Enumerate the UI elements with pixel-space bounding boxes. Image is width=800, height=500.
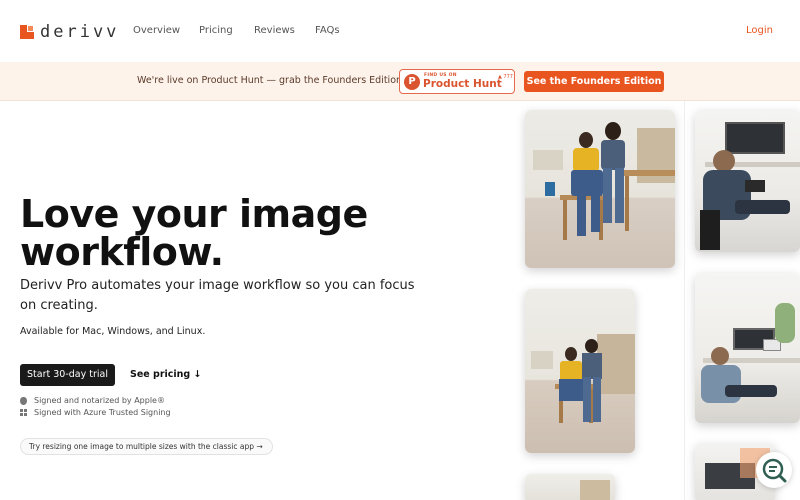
banner-text: We're live on Product Hunt — grab the Fo… bbox=[137, 75, 411, 86]
product-hunt-badge[interactable]: P FIND US ON Product Hunt ▲ 777 bbox=[399, 69, 515, 94]
photo-couple-workshop-2 bbox=[525, 289, 635, 453]
nav-link-faqs[interactable]: FAQs bbox=[315, 25, 340, 36]
founders-edition-button[interactable]: See the Founders Edition bbox=[524, 71, 664, 92]
hero-title: Love your image workflow. bbox=[20, 192, 368, 274]
logo[interactable]: derivv bbox=[20, 22, 119, 42]
photo-man-at-desk bbox=[695, 273, 800, 423]
logo-text: derivv bbox=[40, 22, 120, 42]
nav-link-reviews[interactable]: Reviews bbox=[254, 25, 295, 36]
see-pricing-link[interactable]: See pricing ↓ bbox=[130, 369, 202, 380]
apple-icon bbox=[20, 396, 27, 405]
try-resizing-link[interactable]: Try resizing one image to multiple sizes… bbox=[20, 438, 273, 455]
signed-apple: Signed and notarized by Apple® bbox=[20, 396, 165, 405]
ph-badge-title: Product Hunt bbox=[423, 78, 502, 90]
photo-partial-bottom-left bbox=[525, 474, 615, 500]
ph-upvote-count: ▲ 777 bbox=[498, 74, 513, 80]
photo-man-with-tablet bbox=[695, 110, 800, 252]
nav-link-overview[interactable]: Overview bbox=[133, 25, 180, 36]
platforms-text: Available for Mac, Windows, and Linux. bbox=[20, 326, 206, 337]
windows-icon bbox=[20, 409, 27, 416]
signed-apple-text: Signed and notarized by Apple® bbox=[34, 396, 165, 405]
nav-link-pricing[interactable]: Pricing bbox=[199, 25, 233, 36]
product-hunt-icon: P bbox=[404, 74, 420, 90]
search-chat-widget[interactable] bbox=[756, 452, 792, 488]
search-chat-icon bbox=[762, 458, 787, 483]
column-divider bbox=[684, 101, 685, 500]
photo-couple-workshop bbox=[525, 110, 675, 268]
start-trial-button[interactable]: Start 30-day trial bbox=[20, 364, 115, 386]
derivv-logo-icon bbox=[20, 25, 34, 39]
signed-azure-text: Signed with Azure Trusted Signing bbox=[34, 408, 171, 417]
hero-subtitle: Derivv Pro automates your image workflow… bbox=[20, 278, 415, 313]
signed-azure: Signed with Azure Trusted Signing bbox=[20, 408, 171, 417]
login-link[interactable]: Login bbox=[746, 25, 773, 36]
top-nav: derivv Overview Pricing Reviews FAQs Log… bbox=[0, 0, 800, 62]
